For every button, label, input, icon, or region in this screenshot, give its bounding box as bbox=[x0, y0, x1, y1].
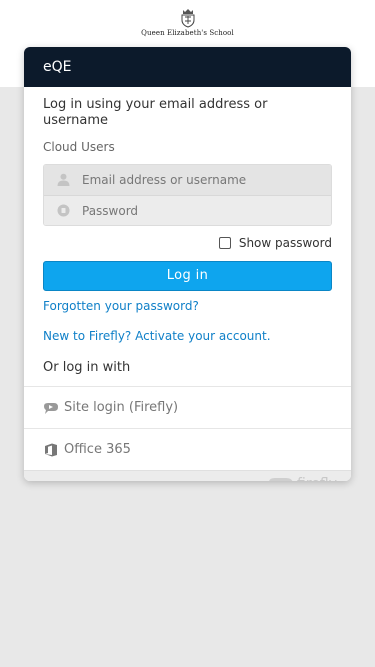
show-password-label: Show password bbox=[238, 236, 332, 250]
lock-icon bbox=[57, 204, 70, 217]
show-password-checkbox[interactable] bbox=[218, 237, 231, 249]
office365-label: Office 365 bbox=[64, 442, 131, 457]
firefly-logo: firefly bbox=[268, 476, 337, 481]
card-footer: firefly bbox=[24, 470, 351, 481]
login-button[interactable]: Log in bbox=[43, 261, 332, 291]
office-icon bbox=[45, 443, 57, 456]
firefly-icon bbox=[44, 402, 58, 414]
crest-icon bbox=[181, 9, 194, 28]
activate-account-link[interactable]: New to Firefly? Activate your account. bbox=[43, 329, 332, 344]
provider-list: Site login (Firefly) Office 365 bbox=[24, 386, 351, 470]
firefly-brand-text: firefly bbox=[297, 476, 337, 481]
firefly-logo-icon bbox=[269, 478, 293, 481]
site-login-label: Site login (Firefly) bbox=[64, 400, 179, 415]
card-title: eQE bbox=[24, 47, 351, 87]
login-heading: Log in using your email address or usern… bbox=[43, 97, 268, 128]
show-password-toggle[interactable]: Show password bbox=[43, 235, 332, 251]
card-body: Log in using your email address or usern… bbox=[24, 97, 351, 376]
office365-button[interactable]: Office 365 bbox=[24, 428, 351, 470]
school-name: Queen Elizabeth's School bbox=[141, 29, 234, 37]
site-login-button[interactable]: Site login (Firefly) bbox=[24, 386, 351, 428]
cloud-users-label: Cloud Users bbox=[43, 140, 115, 154]
username-row bbox=[44, 165, 331, 195]
login-card: eQE Log in using your email address or u… bbox=[24, 47, 351, 481]
or-login-with-label: Or log in with bbox=[43, 360, 131, 375]
forgot-password-link[interactable]: Forgotten your password? bbox=[43, 299, 332, 314]
school-logo: Queen Elizabeth's School bbox=[0, 8, 375, 37]
credentials-group bbox=[43, 164, 332, 226]
user-icon bbox=[57, 173, 70, 186]
username-input[interactable] bbox=[82, 165, 323, 194]
password-row bbox=[44, 195, 331, 225]
password-input[interactable] bbox=[82, 196, 323, 225]
